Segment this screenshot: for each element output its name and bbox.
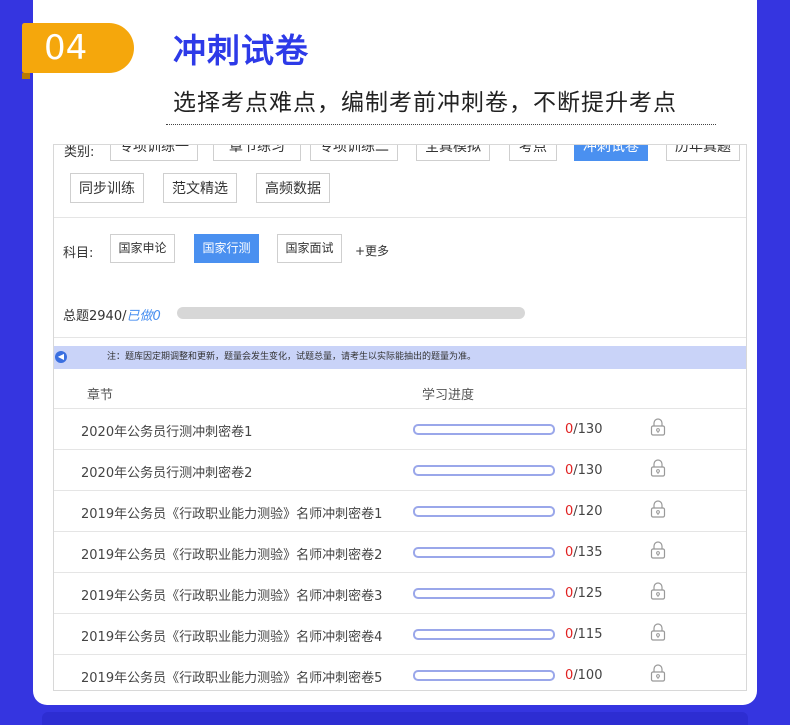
subject-label: 科目:	[63, 246, 94, 261]
chapter-name[interactable]: 2020年公务员行测冲刺密卷1	[81, 421, 252, 440]
divider	[54, 337, 746, 338]
category-item-special-1[interactable]: 专项训练一	[110, 145, 198, 161]
total-number: /120	[573, 504, 603, 519]
total-questions: 总题2940/	[63, 309, 127, 324]
progress-count: 0/130	[565, 422, 602, 437]
total-number: /130	[573, 422, 603, 437]
progress-count: 0/125	[565, 586, 602, 601]
more-subjects-link[interactable]: +更多	[355, 242, 389, 259]
lock-icon[interactable]	[650, 664, 666, 682]
table-row[interactable]: 2019年公务员《行政职业能力测验》名师冲刺密卷2 0/135	[54, 531, 746, 573]
done-count: 已做0	[126, 309, 161, 324]
chapter-name[interactable]: 2019年公务员《行政职业能力测验》名师冲刺密卷1	[81, 503, 382, 522]
category-item-points[interactable]: 考点	[509, 145, 557, 161]
lock-icon[interactable]	[650, 582, 666, 600]
chapter-progress-bar	[413, 465, 555, 476]
category-item-frequent[interactable]: 高频数据	[256, 173, 330, 203]
chapter-name[interactable]: 2019年公务员《行政职业能力测验》名师冲刺密卷2	[81, 544, 382, 563]
table-row[interactable]: 2019年公务员《行政职业能力测验》名师冲刺密卷1 0/120	[54, 490, 746, 532]
section-subtitle: 选择考点难点，编制考前冲刺卷，不断提升考点	[173, 90, 677, 116]
table-row[interactable]: 2020年公务员行测冲刺密卷2 0/130	[54, 449, 746, 491]
progress-count: 0/100	[565, 668, 602, 683]
lock-icon[interactable]	[650, 541, 666, 559]
notice-text: 注：题库因定期调整和更新，题量会发生变化，试题总量，请考生以实际能抽出的题量为准…	[107, 352, 477, 362]
chapter-progress-bar	[413, 588, 555, 599]
bottom-bar	[42, 712, 748, 725]
section-number-badge: 04	[22, 23, 134, 73]
column-chapter: 章节	[87, 388, 114, 403]
chapter-progress-bar	[413, 629, 555, 640]
column-progress: 学习进度	[422, 388, 475, 403]
category-item-essays[interactable]: 范文精选	[163, 173, 237, 203]
chapter-name[interactable]: 2019年公务员《行政职业能力测验》名师冲刺密卷4	[81, 626, 382, 645]
category-filter: 类别: 专项训练一 章节练习 专项训练二 全真模拟 考点 冲刺试卷 历年真题 同…	[54, 145, 746, 221]
table-row[interactable]: 2019年公务员《行政职业能力测验》名师冲刺密卷4 0/115	[54, 613, 746, 655]
lock-icon[interactable]	[650, 459, 666, 477]
notice-banner: ◀ 注：题库因定期调整和更新，题量会发生变化，试题总量，请考生以实际能抽出的题量…	[54, 346, 746, 369]
chapter-progress-bar	[413, 547, 555, 558]
progress-count: 0/135	[565, 545, 602, 560]
category-item-past[interactable]: 历年真题	[666, 145, 740, 161]
section-title: 冲刺试卷	[173, 31, 309, 70]
subject-item-interview[interactable]: 国家面试	[277, 234, 342, 263]
total-number: /115	[573, 627, 603, 642]
progress-count: 0/130	[565, 463, 602, 478]
app-screenshot: 类别: 专项训练一 章节练习 专项训练二 全真模拟 考点 冲刺试卷 历年真题 同…	[53, 144, 747, 691]
lock-icon[interactable]	[650, 418, 666, 436]
chapter-progress-bar	[413, 424, 555, 435]
subject-item-xingce[interactable]: 国家行测	[194, 234, 259, 263]
speaker-icon: ◀	[55, 351, 67, 363]
table-header: 章节 学习进度	[54, 377, 746, 407]
total-number: /125	[573, 586, 603, 601]
total-progress-bar	[177, 307, 525, 319]
divider	[54, 217, 746, 218]
total-number: /100	[573, 668, 603, 683]
chapter-name[interactable]: 2020年公务员行测冲刺密卷2	[81, 462, 252, 481]
table-row[interactable]: 2020年公务员行测冲刺密卷1 0/130	[54, 408, 746, 450]
category-item-mock[interactable]: 全真模拟	[416, 145, 490, 161]
chapter-name[interactable]: 2019年公务员《行政职业能力测验》名师冲刺密卷3	[81, 585, 382, 604]
table-row[interactable]: 2019年公务员《行政职业能力测验》名师冲刺密卷3 0/125	[54, 572, 746, 614]
category-item-sync[interactable]: 同步训练	[70, 173, 144, 203]
lock-icon[interactable]	[650, 623, 666, 641]
category-item-chapter[interactable]: 章节练习	[213, 145, 301, 161]
chapter-name[interactable]: 2019年公务员《行政职业能力测验》名师冲刺密卷5	[81, 667, 382, 686]
total-number: /130	[573, 463, 603, 478]
progress-count: 0/120	[565, 504, 602, 519]
subject-item-shenlun[interactable]: 国家申论	[110, 234, 175, 263]
category-item-special-2[interactable]: 专项训练二	[310, 145, 398, 161]
dotted-divider	[166, 124, 716, 125]
total-number: /135	[573, 545, 603, 560]
chapter-progress-bar	[413, 670, 555, 681]
category-item-sprint[interactable]: 冲刺试卷	[574, 145, 648, 161]
progress-count: 0/115	[565, 627, 602, 642]
total-summary: 总题2940/已做0	[63, 305, 161, 324]
table-row[interactable]: 2019年公务员《行政职业能力测验》名师冲刺密卷5 0/100	[54, 654, 746, 690]
lock-icon[interactable]	[650, 500, 666, 518]
chapter-progress-bar	[413, 506, 555, 517]
category-label: 类别:	[64, 145, 95, 160]
badge-fold	[22, 73, 30, 79]
